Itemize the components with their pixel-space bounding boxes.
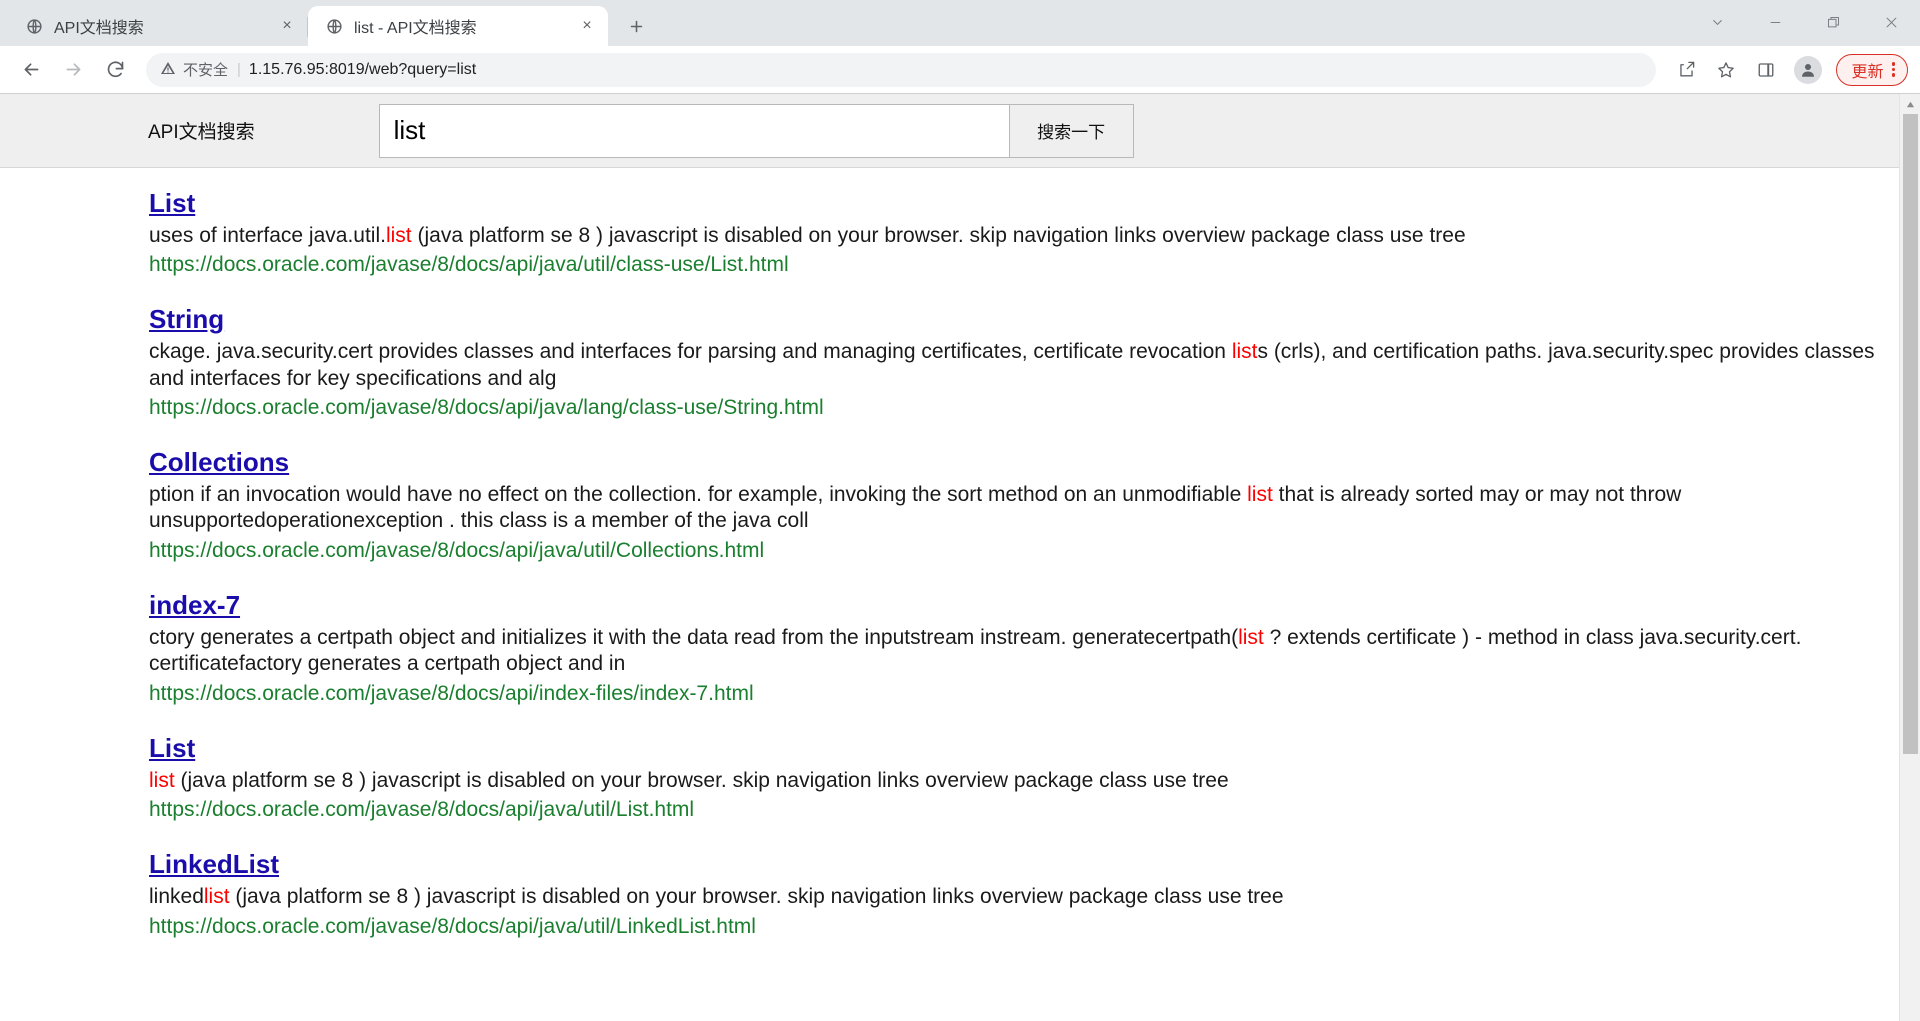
search-result-url[interactable]: https://docs.oracle.com/javase/8/docs/ap…	[149, 796, 1875, 823]
reload-button[interactable]	[96, 51, 134, 89]
address-bar[interactable]: 不安全 | 1.15.76.95:8019/web?query=list	[146, 52, 1657, 87]
three-dot-menu-icon[interactable]	[1890, 62, 1898, 77]
update-button-label: 更新	[1851, 63, 1884, 81]
browser-tab-2[interactable]: list - API文档搜索 ×	[308, 6, 608, 46]
snippet-highlight: list	[203, 885, 230, 909]
search-result-item: String ckage. java.security.cert provides…	[0, 304, 1899, 421]
search-submit-button[interactable]: 搜索一下	[1008, 103, 1134, 158]
search-result-snippet: ctory generates a certpath object and in…	[149, 625, 1875, 678]
snippet-highlight: list	[1247, 482, 1273, 506]
search-result-title[interactable]: List	[149, 188, 195, 219]
page-scrollbar[interactable]	[1899, 94, 1920, 1021]
snippet-highlight: list	[1238, 625, 1264, 649]
globe-icon	[324, 16, 344, 36]
browser-tab-1[interactable]: API文档搜索 ×	[8, 6, 308, 46]
forward-button[interactable]	[54, 51, 92, 89]
snippet-text: ckage. java.security.cert provides class…	[149, 340, 1232, 364]
snippet-text: linked	[149, 885, 204, 909]
search-box: 搜索一下	[378, 103, 1134, 158]
close-icon[interactable]	[1862, 2, 1920, 42]
search-result-url[interactable]: https://docs.oracle.com/javase/8/docs/ap…	[149, 394, 1875, 421]
web-page: API文档搜索 搜索一下 List uses of interface java.…	[0, 94, 1899, 1021]
share-icon[interactable]	[1668, 52, 1704, 88]
search-result-item: List uses of interface java.util.list (ja…	[0, 188, 1899, 278]
profile-avatar[interactable]	[1794, 55, 1823, 84]
search-result-url[interactable]: https://docs.oracle.com/javase/8/docs/ap…	[149, 251, 1875, 278]
security-indicator[interactable]: 不安全 |	[160, 59, 241, 80]
new-tab-button[interactable]	[618, 8, 654, 44]
search-result-item: Collections ption if an invocation would …	[0, 447, 1899, 564]
search-result-title[interactable]: Collections	[149, 447, 289, 478]
search-result-snippet: uses of interface java.util.list (java p…	[149, 223, 1875, 249]
minimize-icon[interactable]	[1746, 2, 1804, 42]
search-results-list: List uses of interface java.util.list (ja…	[0, 168, 1899, 940]
star-icon[interactable]	[1708, 52, 1744, 88]
scroll-up-arrow-icon[interactable]	[1900, 94, 1920, 114]
search-result-title[interactable]: LinkedList	[149, 849, 279, 880]
browser-toolbar: 不安全 | 1.15.76.95:8019/web?query=list 更新	[0, 46, 1920, 94]
snippet-text: ption if an invocation would have no eff…	[149, 482, 1248, 506]
snippet-text: uses of interface java.util.	[149, 223, 386, 247]
tab-close-button[interactable]: ×	[576, 15, 598, 37]
maximize-icon[interactable]	[1804, 2, 1862, 42]
address-bar-url[interactable]: 1.15.76.95:8019/web?query=list	[249, 61, 1643, 79]
browser-window: API文档搜索 × list - API文档搜索 × 不安全 | 1.15.76…	[0, 0, 1920, 1021]
snippet-text: ctory generates a certpath object and in…	[149, 625, 1239, 649]
globe-icon	[24, 16, 44, 36]
snippet-text: (java platform se 8 ) javascript is disa…	[174, 768, 1229, 792]
search-result-snippet: ption if an invocation would have no eff…	[149, 482, 1875, 535]
address-separator: |	[237, 61, 241, 78]
tab-strip: API文档搜索 × list - API文档搜索 ×	[0, 0, 1920, 46]
window-controls	[1688, 0, 1920, 46]
tab-title: API文档搜索	[54, 20, 144, 37]
search-result-url[interactable]: https://docs.oracle.com/javase/8/docs/ap…	[149, 913, 1875, 940]
search-result-snippet: ckage. java.security.cert provides class…	[149, 339, 1875, 392]
tab-close-button[interactable]: ×	[276, 15, 298, 37]
search-result-item: index-7 ctory generates a certpath object…	[0, 590, 1899, 707]
search-result-url[interactable]: https://docs.oracle.com/javase/8/docs/ap…	[149, 537, 1875, 564]
search-result-item: List list (java platform se 8 ) javascrip…	[0, 733, 1899, 823]
search-header: API文档搜索 搜索一下	[0, 94, 1899, 168]
tab-search-chevron-down-icon[interactable]	[1688, 2, 1746, 42]
page-viewport: API文档搜索 搜索一下 List uses of interface java.…	[0, 94, 1920, 1021]
snippet-highlight: list	[1231, 340, 1258, 364]
search-result-title[interactable]: String	[149, 304, 224, 335]
warning-triangle-icon	[160, 60, 176, 80]
search-result-title[interactable]: index-7	[149, 590, 240, 621]
update-button[interactable]: 更新	[1836, 53, 1908, 86]
search-result-title[interactable]: List	[149, 733, 195, 764]
tab-title: list - API文档搜索	[354, 20, 477, 37]
snippet-text: (java platform se 8 ) javascript is disa…	[229, 885, 1284, 909]
search-input[interactable]	[378, 103, 1009, 158]
search-result-item: LinkedList linkedlist (java platform se 8…	[0, 849, 1899, 939]
search-result-url[interactable]: https://docs.oracle.com/javase/8/docs/ap…	[149, 680, 1875, 707]
search-result-snippet: list (java platform se 8 ) javascript is…	[149, 768, 1875, 794]
snippet-text: (java platform se 8 ) javascript is disa…	[411, 223, 1466, 247]
snippet-highlight: list	[149, 768, 175, 792]
search-result-snippet: linkedlist (java platform se 8 ) javascr…	[149, 884, 1875, 910]
site-brand: API文档搜索	[148, 122, 255, 143]
snippet-highlight: list	[385, 223, 412, 247]
security-text: 不安全	[183, 62, 229, 79]
side-panel-icon[interactable]	[1748, 52, 1784, 88]
back-button[interactable]	[12, 51, 50, 89]
scrollbar-thumb[interactable]	[1903, 114, 1918, 754]
